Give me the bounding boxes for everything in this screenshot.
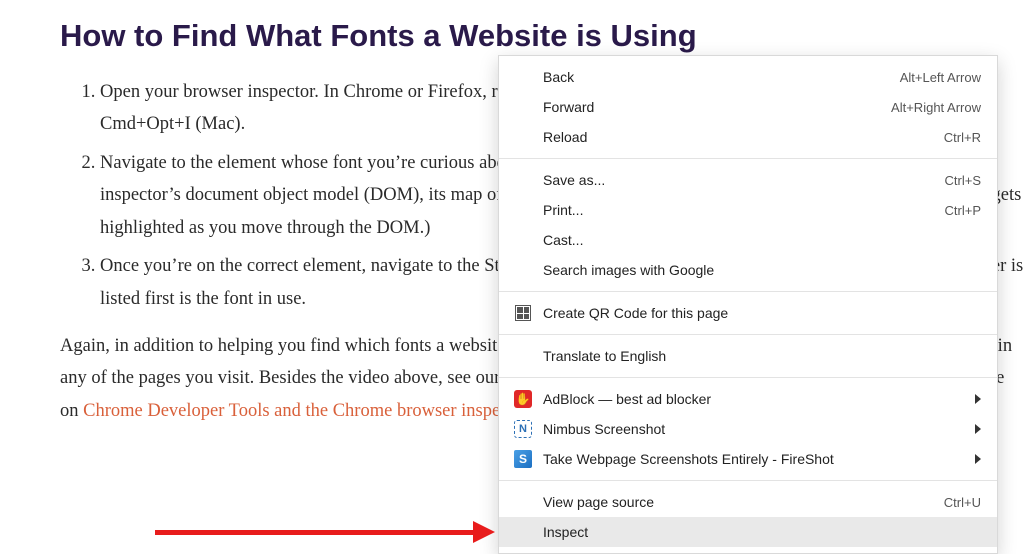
- ctx-search-images[interactable]: Search images with Google: [499, 255, 997, 285]
- context-menu: Back Alt+Left Arrow Forward Alt+Right Ar…: [498, 55, 998, 554]
- link-chrome-devtools[interactable]: Chrome Developer Tools and the Chrome br…: [83, 401, 529, 421]
- ctx-save-as[interactable]: Save as... Ctrl+S: [499, 165, 997, 195]
- ctx-ext-fireshot[interactable]: S Take Webpage Screenshots Entirely - Fi…: [499, 444, 997, 474]
- adblock-icon: ✋: [513, 389, 533, 409]
- chevron-right-icon: [975, 424, 981, 434]
- qr-icon: [513, 303, 533, 323]
- separator: [499, 291, 997, 292]
- chevron-right-icon: [975, 454, 981, 464]
- chevron-right-icon: [975, 394, 981, 404]
- ctx-translate[interactable]: Translate to English: [499, 341, 997, 371]
- separator: [499, 377, 997, 378]
- ctx-create-qr[interactable]: Create QR Code for this page: [499, 298, 997, 328]
- nimbus-icon: N: [513, 419, 533, 439]
- separator: [499, 158, 997, 159]
- ctx-back[interactable]: Back Alt+Left Arrow: [499, 62, 997, 92]
- ctx-ext-nimbus[interactable]: N Nimbus Screenshot: [499, 414, 997, 444]
- ctx-forward[interactable]: Forward Alt+Right Arrow: [499, 92, 997, 122]
- fireshot-icon: S: [513, 449, 533, 469]
- ctx-view-source[interactable]: View page source Ctrl+U: [499, 487, 997, 517]
- annotation-arrow: [155, 529, 495, 535]
- ctx-print[interactable]: Print... Ctrl+P: [499, 195, 997, 225]
- page-title: How to Find What Fonts a Website is Usin…: [60, 18, 1024, 54]
- separator: [499, 480, 997, 481]
- ctx-reload[interactable]: Reload Ctrl+R: [499, 122, 997, 152]
- ctx-inspect[interactable]: Inspect: [499, 517, 997, 547]
- ctx-cast[interactable]: Cast...: [499, 225, 997, 255]
- ctx-ext-adblock[interactable]: ✋ AdBlock — best ad blocker: [499, 384, 997, 414]
- separator: [499, 334, 997, 335]
